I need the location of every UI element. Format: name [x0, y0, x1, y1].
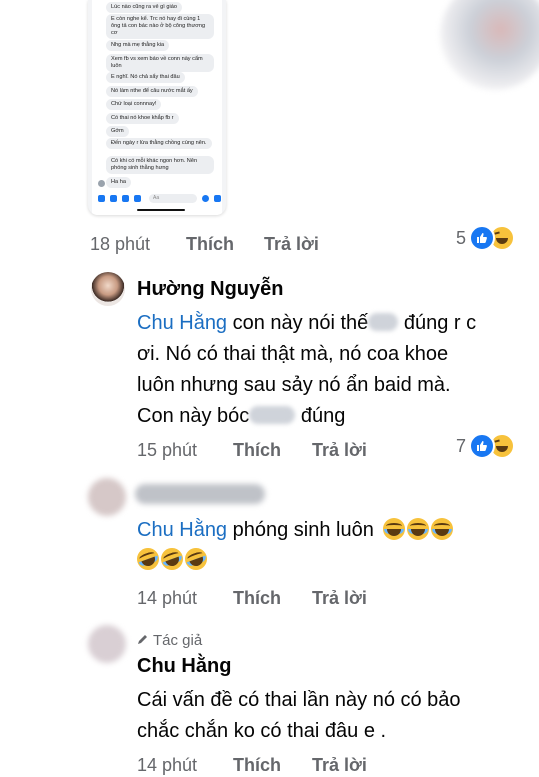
- rofl-emoji-icon: [157, 544, 187, 574]
- chat-message: Có thai nó khoe khắp fb r: [106, 113, 179, 124]
- home-indicator: [137, 209, 185, 211]
- chat-toolbar: Aa: [92, 191, 222, 205]
- mic-icon: [134, 194, 141, 202]
- comment-author[interactable]: Hường Nguyễn: [137, 278, 283, 301]
- comment-text: đúng: [295, 405, 346, 427]
- reply-button[interactable]: Trả lời: [264, 234, 319, 255]
- avatar[interactable]: [88, 625, 126, 663]
- author-badge-label: Tác giả: [153, 632, 203, 649]
- comment-actions: 18 phút Thích Trả lời: [90, 234, 420, 256]
- mention-link[interactable]: Chu Hằng: [137, 312, 227, 334]
- reaction-summary[interactable]: 7: [456, 433, 516, 459]
- rofl-emoji-icon: [181, 544, 211, 574]
- chat-screenshot-body: Lúc nào cũng ra vẻ gì giáo E còn nghe kể…: [92, 0, 222, 215]
- chat-message: Xem fb vs xem báo về conn này cẩm luôn: [106, 54, 214, 72]
- like-icon: [214, 194, 221, 202]
- redacted-word: [249, 406, 296, 424]
- like-button[interactable]: Thích: [186, 234, 234, 255]
- mention-link[interactable]: Chu Hằng: [137, 519, 227, 541]
- chat-message: Nó làm nthe để câu nước mắt ấy: [106, 86, 198, 97]
- comment-time: 18 phút: [90, 234, 151, 254]
- chat-message: Nhg mà mẹ thằng kia: [106, 40, 170, 51]
- like-button[interactable]: Thích: [233, 755, 281, 776]
- comment-line: Con này bóc đúng: [137, 401, 345, 432]
- like-button[interactable]: Thích: [233, 440, 281, 461]
- laughing-emoji-icon: [407, 518, 430, 540]
- chat-message: Đến ngày r lừa thằng chồng cùng nên.: [106, 138, 212, 149]
- emoji-icon: [202, 194, 209, 202]
- reply-button[interactable]: Trả lời: [312, 440, 367, 461]
- comment-actions: 14 phút Thích Trả lời: [137, 588, 437, 610]
- chat-message: Ha ha: [106, 177, 131, 188]
- reaction-count: 7: [456, 435, 467, 456]
- comment-author[interactable]: Chu Hằng: [137, 655, 231, 678]
- comment-line: luôn nhưng sau sảy nó ẩn baid mà.: [137, 374, 451, 396]
- redacted-word: [368, 313, 399, 331]
- embedded-chat-screenshot[interactable]: Lúc nào cũng ra vẻ gì giáo E còn nghe kể…: [88, 0, 226, 215]
- reply-button[interactable]: Trả lời: [312, 755, 367, 776]
- comment-time: 15 phút: [137, 440, 198, 460]
- reaction-summary[interactable]: 5: [456, 225, 516, 251]
- comment-text: phóng sinh luôn: [227, 519, 374, 541]
- comment-line: Chu Hằng con này nói thế đúng r c: [137, 308, 476, 339]
- comment-line: ơi. Nó có thai thật mà, nó coa khoe: [137, 343, 449, 365]
- comment-line: chắc chắn ko có thai đâu e .: [137, 720, 387, 742]
- photo-icon: [122, 194, 129, 202]
- laughing-emoji-icon: [383, 518, 406, 540]
- comment-actions: 15 phút Thích Trả lời: [137, 440, 437, 462]
- chat-message: E còn nghe kể. Trc nó hay đi cùng 1 ông …: [106, 14, 214, 39]
- rofl-emoji-icon: [133, 544, 163, 574]
- avatar[interactable]: [88, 478, 126, 516]
- comment-text: con này nói thế: [227, 312, 369, 334]
- chat-input: Aa: [149, 193, 197, 203]
- chat-message: E nghĩ. Nó chả sẩy thai đâu: [106, 72, 185, 83]
- chat-message: Chứ loại connnay!: [106, 99, 162, 110]
- chat-avatar: [98, 180, 105, 187]
- reaction-count: 5: [456, 227, 467, 248]
- pencil-icon: [137, 632, 149, 649]
- chat-message: Gớm: [106, 126, 129, 137]
- author-badge: Tác giả: [137, 632, 202, 649]
- comment-time: 14 phút: [137, 588, 198, 608]
- blurred-image: [440, 0, 539, 90]
- like-button[interactable]: Thích: [233, 588, 281, 609]
- comment-line: Chu Hằng phóng sinh luôn: [137, 515, 455, 546]
- like-reaction-icon: [469, 225, 496, 251]
- comment-time: 14 phút: [137, 755, 198, 775]
- chat-message: Lúc nào cũng ra vẻ gì giáo: [106, 2, 182, 13]
- chat-message: Có khi có mỗi khác ngon hơn. Nên phóng s…: [106, 156, 214, 174]
- comment-text: đúng r c: [398, 312, 477, 334]
- apps-icon: [98, 194, 105, 202]
- camera-icon: [110, 194, 117, 202]
- blurred-author-name[interactable]: [135, 484, 265, 504]
- comment-line: [133, 544, 211, 576]
- laughing-emoji-icon: [431, 518, 454, 540]
- comment-actions: 14 phút Thích Trả lời: [137, 755, 437, 777]
- reply-button[interactable]: Trả lời: [312, 588, 367, 609]
- comment-line: Cái vấn đề có thai lần này nó có bảo: [137, 689, 461, 711]
- like-reaction-icon: [469, 433, 496, 459]
- comment-text: Con này bóc: [137, 405, 250, 427]
- avatar[interactable]: [91, 272, 125, 306]
